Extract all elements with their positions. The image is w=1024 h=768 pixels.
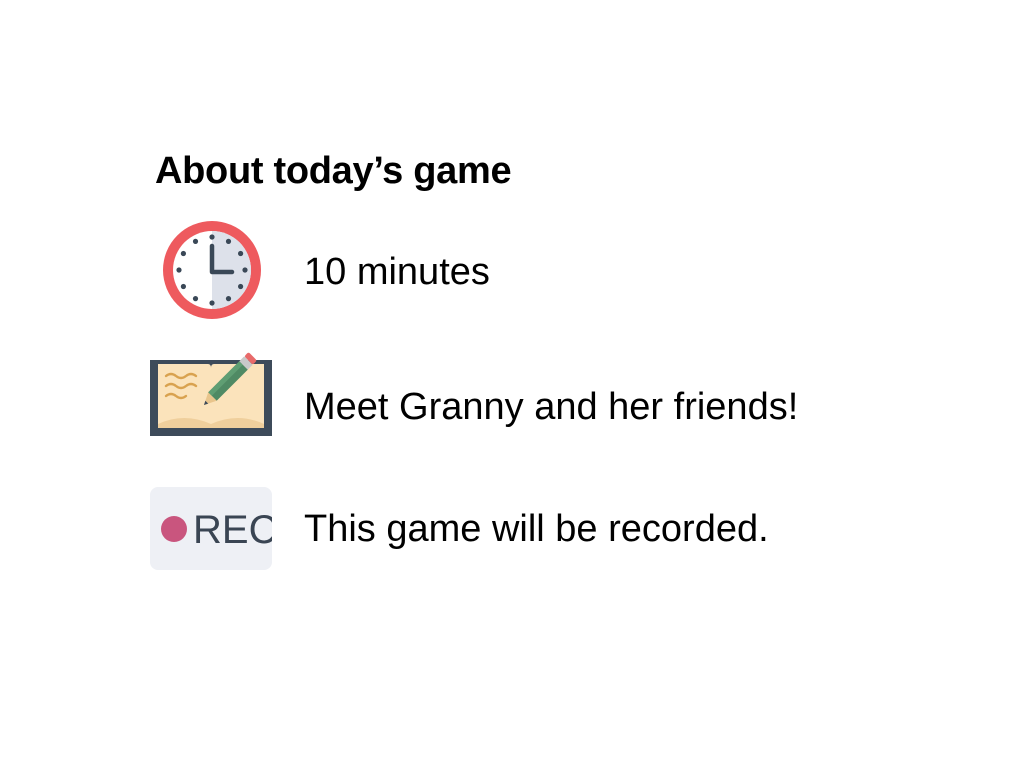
clock-icon [163,221,261,319]
recording-notice-text: This game will be recorded. [304,508,769,550]
description-text: Meet Granny and her friends! [304,386,799,428]
rec-badge-icon: REC [150,487,272,570]
section-title: About today’s game [155,150,512,192]
journal-pencil-icon [150,352,272,436]
duration-text: 10 minutes [304,251,490,293]
rec-badge-label: REC [193,508,272,552]
